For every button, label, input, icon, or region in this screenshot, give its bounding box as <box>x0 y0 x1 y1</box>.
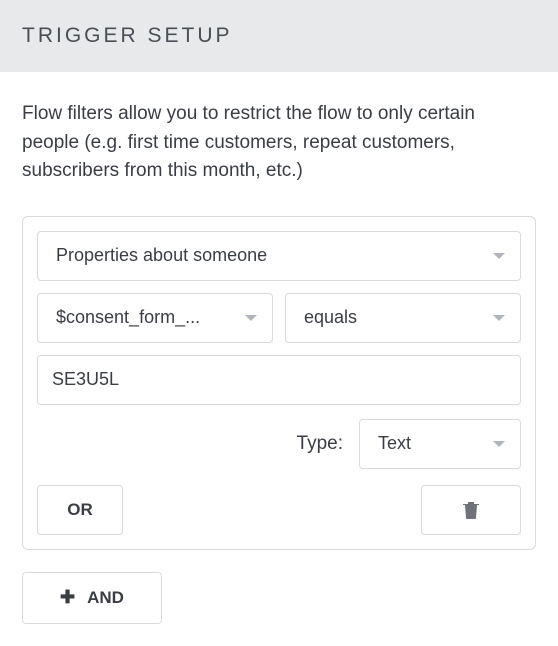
chevron-down-icon <box>492 251 506 261</box>
delete-button[interactable] <box>421 485 521 535</box>
property-select[interactable]: $consent_form_... <box>37 293 273 343</box>
panel-header: TRIGGER SETUP <box>0 0 558 72</box>
operator-value: equals <box>304 307 480 328</box>
filter-value-input[interactable] <box>37 355 521 405</box>
operator-select[interactable]: equals <box>285 293 521 343</box>
type-value: Text <box>378 433 480 454</box>
or-button[interactable]: OR <box>37 485 123 535</box>
panel-content: Flow filters allow you to restrict the f… <box>0 72 558 646</box>
and-button[interactable]: ✚ AND <box>22 572 162 624</box>
chevron-down-icon <box>492 313 506 323</box>
filter-category-select[interactable]: Properties about someone <box>37 231 521 281</box>
and-button-label: AND <box>87 588 124 608</box>
type-row: Type: Text <box>37 419 521 469</box>
filter-bottom-row: OR <box>37 485 521 535</box>
description-text: Flow filters allow you to restrict the f… <box>22 100 536 186</box>
or-button-label: OR <box>67 500 93 520</box>
property-operator-row: $consent_form_... equals <box>37 293 521 343</box>
type-label: Type: <box>297 433 343 455</box>
filter-category-value: Properties about someone <box>56 245 480 266</box>
chevron-down-icon <box>244 313 258 323</box>
chevron-down-icon <box>492 439 506 449</box>
plus-icon: ✚ <box>60 587 75 608</box>
property-value: $consent_form_... <box>56 307 232 328</box>
trash-icon <box>463 501 479 519</box>
filter-condition-block: Properties about someone $consent_form_.… <box>22 216 536 550</box>
panel-title: TRIGGER SETUP <box>22 24 536 48</box>
type-select[interactable]: Text <box>359 419 521 469</box>
